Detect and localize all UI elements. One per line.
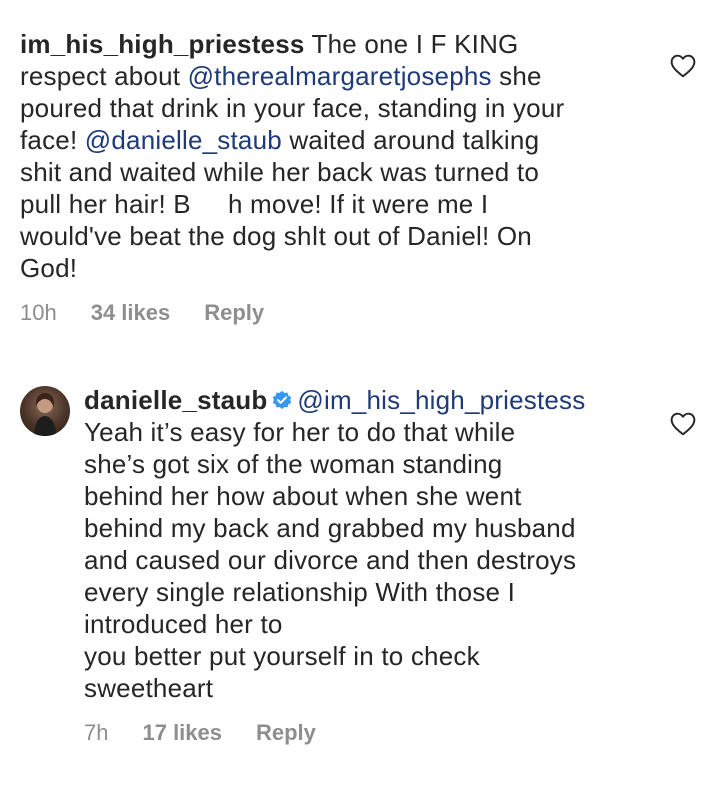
comment-meta: 10h 34 likes Reply	[20, 300, 660, 326]
heart-outline-icon[interactable]	[670, 54, 696, 78]
reply-text-line: behind her how about when she went	[84, 481, 522, 511]
comment-text-line: pull her hair! B h move! If it were me I	[20, 189, 489, 219]
comment-likes-count[interactable]: 34 likes	[91, 300, 171, 326]
reply-text-line: she’s got six of the woman standing	[84, 449, 503, 479]
reply-button[interactable]: Reply	[256, 720, 316, 746]
comment-username[interactable]: im_his_high_priestess	[20, 29, 305, 59]
comment-timestamp: 10h	[20, 300, 57, 325]
comment-text-line: God!	[20, 253, 78, 283]
reply-username[interactable]: danielle_staub	[84, 385, 267, 415]
avatar-photo	[34, 393, 56, 436]
reply-text-line: Yeah it’s easy for her to do that while	[84, 417, 516, 447]
heart-outline-icon[interactable]	[670, 412, 696, 436]
comment-text-line: The one I F KING	[311, 29, 519, 59]
verified-badge-icon	[273, 390, 292, 410]
comment-text-line: she	[491, 61, 542, 91]
avatar[interactable]	[20, 386, 70, 436]
reply-button[interactable]: Reply	[204, 300, 264, 326]
reply-likes-count[interactable]: 17 likes	[142, 720, 222, 746]
reply-text-line: every single relationship With those I	[84, 577, 516, 607]
comment-text-line: poured that drink in your face, standing…	[20, 93, 565, 123]
comment-text: im_his_high_priestess The one I F KING re…	[20, 28, 660, 284]
reply-timestamp: 7h	[84, 720, 109, 745]
comment-text-line: respect about	[20, 61, 188, 91]
reply-text-line: introduced her to	[84, 609, 283, 639]
mention-link[interactable]: @therealmargaretjosephs	[188, 61, 492, 91]
reply-meta: 7h 17 likes Reply	[84, 720, 664, 746]
reply-text-line: you better put yourself in to check	[84, 641, 480, 671]
reply-text-line: sweetheart	[84, 673, 214, 703]
reply-comment: danielle_staub @im_his_high_priestess Yeah…	[84, 384, 664, 746]
comment-text-line: waited around talking	[281, 125, 540, 155]
comment: im_his_high_priestess The one I F KING re…	[20, 28, 660, 326]
comment-text-line: face!	[20, 125, 85, 155]
comment-text-line: shit and waited while her back was turne…	[20, 157, 539, 187]
reply-text-line: and caused our divorce and then destroys	[84, 545, 577, 575]
mention-link[interactable]: @im_his_high_priestess	[297, 385, 585, 415]
reply-text-line: behind my back and grabbed my husband	[84, 513, 576, 543]
mention-link[interactable]: @danielle_staub	[85, 125, 282, 155]
reply-text: danielle_staub @im_his_high_priestess Yeah…	[84, 384, 664, 704]
comment-text-line: would've beat the dog shǀt out of Daniel…	[20, 221, 532, 251]
